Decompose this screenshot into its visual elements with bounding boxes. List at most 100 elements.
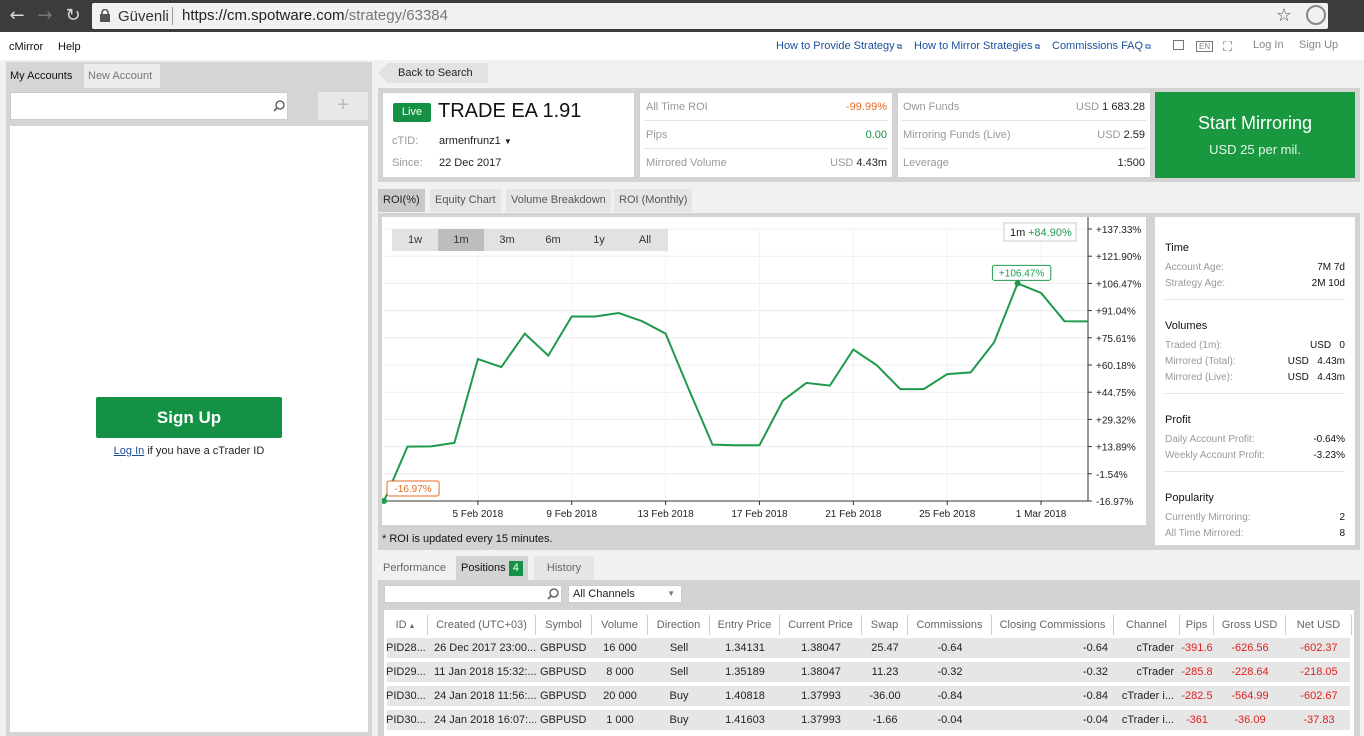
help-menu[interactable]: Help	[58, 41, 81, 53]
back-arrow-icon[interactable]: ←	[6, 5, 28, 27]
column-header[interactable]: ID ▲	[384, 615, 428, 635]
popularity-title: Popularity	[1165, 492, 1214, 504]
login-link-left[interactable]: Log In	[114, 445, 145, 457]
table-row[interactable]: PID30... 24 Jan 2018 11:56:... GBPUSD 20 00…	[386, 686, 1350, 706]
column-header[interactable]: Symbol	[536, 615, 592, 635]
currency: USD	[1097, 129, 1121, 141]
positions-panel: All Channels ▼ ID ▲ Created (UTC+03) Symbol…	[378, 580, 1360, 736]
bookmark-star-icon[interactable]: ☆	[1276, 5, 1292, 26]
column-header[interactable]: Swap	[862, 615, 908, 635]
tab-volume-breakdown[interactable]: Volume Breakdown	[506, 189, 611, 212]
y-tick-label: +137.33%	[1096, 225, 1141, 236]
own-funds-label: Own Funds	[903, 101, 960, 113]
strategy-age-label: Strategy Age:	[1165, 278, 1226, 289]
status-badge: Live	[393, 103, 431, 122]
daily-profit-label: Daily Account Profit:	[1165, 434, 1255, 445]
traded-label: Traded (1m):	[1165, 340, 1223, 351]
range-3m[interactable]: 3m	[484, 229, 530, 251]
column-header[interactable]: Net USD	[1286, 615, 1352, 635]
daily-profit-value: -0.64%	[1313, 434, 1345, 445]
table-cell: -228.64	[1231, 666, 1269, 678]
app-logo[interactable]: cMirror	[9, 41, 43, 53]
tab-roi-monthly[interactable]: ROI (Monthly)	[614, 189, 693, 212]
extension-icon[interactable]	[1306, 5, 1326, 25]
funds-card: Own Funds USD 1 683.28 Mirroring Funds (…	[897, 92, 1151, 178]
column-header[interactable]: Direction	[648, 615, 710, 635]
table-cell: 24 Jan 2018 11:56:...	[434, 690, 536, 702]
forward-arrow-icon[interactable]: →	[34, 5, 56, 27]
column-header[interactable]: Volume	[592, 615, 648, 635]
weekly-profit-value: -3.23%	[1313, 450, 1345, 461]
table-cell: PID30...	[386, 714, 426, 726]
window-icon[interactable]	[1173, 40, 1184, 50]
account-search-input[interactable]	[10, 92, 288, 120]
range-all[interactable]: All	[622, 229, 668, 251]
column-header[interactable]: Closing Commissions	[992, 615, 1114, 635]
tab-new-account[interactable]: New Account	[84, 64, 160, 88]
traded-value: USD 0	[1309, 340, 1345, 351]
tab-my-accounts[interactable]: My Accounts	[6, 64, 78, 88]
divider	[902, 148, 1146, 149]
signup-link[interactable]: Sign Up	[1299, 39, 1338, 51]
table-row[interactable]: PID30... 24 Jan 2018 16:07:... GBPUSD 1 000…	[386, 710, 1350, 730]
stats-panel: Time Account Age: 7M 7d Strategy Age: 2M…	[1150, 213, 1360, 550]
link-commissions-faq[interactable]: Commissions FAQ ⧉	[1052, 40, 1151, 52]
sort-asc-icon: ▲	[406, 623, 416, 630]
tab-performance[interactable]: Performance	[378, 556, 451, 580]
table-cell: -626.56	[1231, 642, 1269, 654]
table-cell: -0.04	[937, 714, 963, 726]
table-row[interactable]: PID29... 11 Jan 2018 15:32:... GBPUSD 8 000…	[386, 662, 1350, 682]
range-1w[interactable]: 1w	[392, 229, 438, 251]
tab-equity-chart[interactable]: Equity Chart	[430, 189, 501, 212]
ctid-text: armenfrunz1	[439, 135, 501, 147]
link-how-to-mirror-label: How to Mirror Strategies	[914, 40, 1033, 52]
range-1y[interactable]: 1y	[576, 229, 622, 251]
column-header[interactable]: Gross USD	[1214, 615, 1286, 635]
start-mirroring-button[interactable]: Start Mirroring USD 25 per mil.	[1155, 92, 1355, 178]
table-cell: PID29...	[386, 666, 426, 678]
table-cell: -0.32	[1082, 666, 1108, 678]
volumes-title: Volumes	[1165, 320, 1208, 332]
link-how-to-mirror[interactable]: How to Mirror Strategies ⧉	[914, 40, 1040, 52]
strategy-name: TRADE EA 1.91	[438, 100, 582, 122]
login-link[interactable]: Log In	[1253, 39, 1284, 51]
link-how-to-provide[interactable]: How to Provide Strategy ⧉	[776, 40, 902, 52]
reload-icon[interactable]: ↻	[62, 5, 84, 27]
mirroring-funds-value: USD 2.59	[1097, 129, 1145, 141]
chart-canvas: +137.33% +121.90% +106.47% +91.04% +75.61% +6…	[381, 217, 1146, 525]
y-tick-label: +29.32%	[1096, 415, 1136, 426]
range-1m[interactable]: 1m	[438, 229, 484, 251]
address-bar[interactable]: Güvenli https://cm.spotware.com/strategy…	[92, 3, 1328, 29]
tab-roi[interactable]: ROI(%)	[378, 189, 425, 212]
column-header[interactable]: Pips	[1180, 615, 1214, 635]
roi-chart[interactable]: +137.33% +121.90% +106.47% +91.04% +75.61% +6…	[381, 217, 1146, 525]
table-cell: Buy	[669, 690, 689, 702]
mirrored-live-label: Mirrored (Live):	[1165, 372, 1233, 383]
table-row[interactable]: PID28... 26 Dec 2017 23:00... GBPUSD 16 000…	[386, 638, 1350, 658]
annotation-label: +106.47%	[999, 268, 1044, 279]
language-selector[interactable]: EN	[1196, 41, 1214, 52]
table-cell: -0.04	[1082, 714, 1108, 726]
table-cell: cTrader	[1136, 666, 1175, 678]
positions-search-input[interactable]	[384, 585, 562, 603]
tab-history[interactable]: History	[534, 556, 594, 580]
fullscreen-icon[interactable]: ⛶	[1223, 39, 1232, 55]
column-header[interactable]: Channel	[1114, 615, 1180, 635]
column-header[interactable]: Commissions	[908, 615, 992, 635]
column-header[interactable]: Created (UTC+03)	[428, 615, 536, 635]
table-cell: cTrader i...	[1121, 714, 1174, 726]
signup-button[interactable]: Sign Up	[96, 397, 282, 438]
column-header[interactable]: Current Price	[780, 615, 862, 635]
column-header[interactable]: Entry Price	[710, 615, 780, 635]
range-6m[interactable]: 6m	[530, 229, 576, 251]
ctid-value[interactable]: armenfrunz1 ▼	[439, 135, 512, 147]
table-cell: -0.64	[1082, 642, 1108, 654]
chevron-down-icon: ▼	[667, 589, 675, 598]
url-path: /strategy/63384	[344, 7, 448, 24]
login-hint: Log In if you have a cTrader ID	[6, 445, 372, 457]
back-to-search-button[interactable]: Back to Search	[378, 63, 488, 83]
add-account-button[interactable]: +	[318, 92, 368, 120]
channel-select[interactable]: All Channels ▼	[568, 585, 682, 603]
tab-positions[interactable]: Positions 4	[456, 556, 528, 580]
search-icon	[273, 100, 285, 112]
